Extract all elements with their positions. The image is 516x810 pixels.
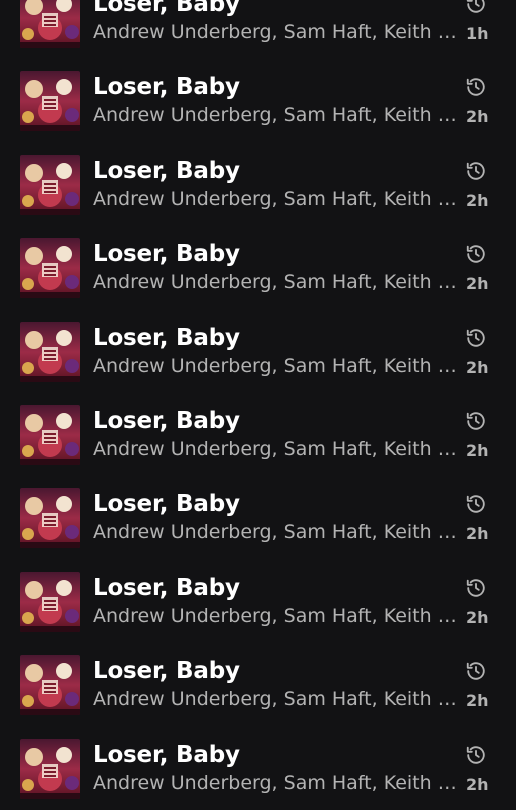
track-title: Loser, Baby [93,574,240,601]
history-icon [465,327,487,349]
track-artists: Andrew Underberg, Sam Haft, Keith David,… [93,604,461,627]
track-artists: Andrew Underberg, Sam Haft, Keith David,… [93,354,461,377]
track-artists: Andrew Underberg, Sam Haft, Keith David,… [93,21,461,43]
played-time-ago: 2h [466,440,489,460]
track-title: Loser, Baby [93,241,240,268]
album-art [20,571,80,632]
track-artists: Andrew Underberg, Sam Haft, Keith David,… [93,688,461,711]
track-title: Loser, Baby [93,741,240,768]
track-artists: Andrew Underberg, Sam Haft, Keith David,… [93,104,461,127]
track-title: Loser, Baby [93,658,240,685]
track-title: Loser, Baby [93,407,240,434]
played-time-ago: 2h [466,107,489,127]
list-item[interactable]: Loser, Baby Andrew Underberg, Sam Haft, … [0,560,516,643]
list-item[interactable]: Loser, Baby Andrew Underberg, Sam Haft, … [0,0,516,59]
list-item[interactable]: Loser, Baby Andrew Underberg, Sam Haft, … [0,59,516,142]
list-item[interactable]: Loser, Baby Andrew Underberg, Sam Haft, … [0,393,516,476]
track-title: Loser, Baby [93,74,240,101]
played-time-ago: 2h [466,607,489,627]
played-time-ago: 2h [466,524,489,544]
history-icon [465,76,487,98]
track-title: Loser, Baby [93,0,240,17]
album-art [20,321,80,382]
track-title: Loser, Baby [93,324,240,351]
list-item[interactable]: Loser, Baby Andrew Underberg, Sam Haft, … [0,727,516,810]
track-artists: Andrew Underberg, Sam Haft, Keith David,… [93,771,461,794]
list-item[interactable]: Loser, Baby Andrew Underberg, Sam Haft, … [0,476,516,559]
track-title: Loser, Baby [93,491,240,518]
track-artists: Andrew Underberg, Sam Haft, Keith David,… [93,271,461,294]
album-art [20,154,80,215]
album-art [20,0,80,48]
history-icon [465,660,487,682]
list-item[interactable]: Loser, Baby Andrew Underberg, Sam Haft, … [0,143,516,226]
album-art [20,488,80,549]
history-icon [465,493,487,515]
album-art [20,71,80,132]
history-icon [465,0,487,15]
history-icon [465,577,487,599]
album-art [20,738,80,799]
history-icon [465,243,487,265]
played-time-ago: 1h [466,24,489,43]
history-icon [465,744,487,766]
played-time-ago: 2h [466,357,489,377]
album-art [20,238,80,299]
track-artists: Andrew Underberg, Sam Haft, Keith David,… [93,437,461,460]
album-art [20,655,80,716]
list-item[interactable]: Loser, Baby Andrew Underberg, Sam Haft, … [0,310,516,393]
recent-plays-list: Loser, Baby Andrew Underberg, Sam Haft, … [0,0,516,810]
track-title: Loser, Baby [93,157,240,184]
album-art [20,404,80,465]
history-icon [465,160,487,182]
played-time-ago: 2h [466,274,489,294]
track-artists: Andrew Underberg, Sam Haft, Keith David,… [93,187,461,210]
played-time-ago: 2h [466,774,489,794]
played-time-ago: 2h [466,190,489,210]
history-icon [465,410,487,432]
list-item[interactable]: Loser, Baby Andrew Underberg, Sam Haft, … [0,643,516,726]
list-item[interactable]: Loser, Baby Andrew Underberg, Sam Haft, … [0,226,516,309]
track-artists: Andrew Underberg, Sam Haft, Keith David,… [93,521,461,544]
played-time-ago: 2h [466,691,489,711]
